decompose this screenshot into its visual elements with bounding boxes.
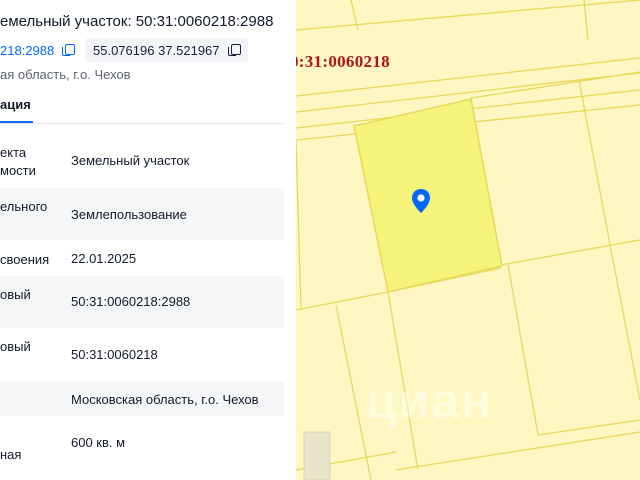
row-value: Земельный участок <box>71 153 190 168</box>
row-label: екта мости <box>0 145 36 178</box>
cadastral-quarter-label: 0:31:0060218 <box>296 52 390 71</box>
row-value: 50:31:0060218:2988 <box>71 294 191 309</box>
table-row: своения 22.01.2025 <box>0 240 284 276</box>
info-panel: емельный участок: 50:31:0060218:2988 218… <box>0 0 296 480</box>
row-label: ельного <box>0 199 48 214</box>
watermark-logo: циан <box>366 373 494 429</box>
tab-information[interactable]: ация <box>0 97 31 112</box>
table-row: овый 50:31:0060218:2988 <box>0 276 284 328</box>
row-value: 22.01.2025 <box>71 251 137 266</box>
parcel-address: ая область, г.о. Чехов <box>0 67 131 82</box>
row-label: своения <box>0 252 50 267</box>
location-pin-icon[interactable] <box>411 188 431 214</box>
cadastral-number-chip[interactable]: 218:2988 <box>0 38 80 62</box>
cadastral-map[interactable]: 0:31:0060218 циан <box>296 0 640 480</box>
cadastral-number-text: 218:2988 <box>0 42 55 58</box>
copy-icon[interactable] <box>227 44 241 56</box>
row-label: овый <box>0 339 31 354</box>
table-row: Московская область, г.о. Чехов <box>0 382 284 416</box>
row-value: 50:31:0060218 <box>71 347 158 362</box>
coordinates-text: 55.076196 37.521967 <box>93 42 220 58</box>
copy-icon[interactable] <box>62 44 76 56</box>
tabs-divider <box>0 123 284 124</box>
row-value: Землепользование <box>71 207 187 222</box>
row-value: Московская область, г.о. Чехов <box>71 392 259 407</box>
table-row: ная 600 кв. м <box>0 416 284 480</box>
coordinates-chip[interactable]: 55.076196 37.521967 <box>85 38 248 62</box>
row-value: 600 кв. м <box>71 435 126 450</box>
row-label: овый <box>0 287 31 302</box>
table-row: овый 50:31:0060218 <box>0 328 284 380</box>
parcel-title: емельный участок: 50:31:0060218:2988 <box>0 13 274 30</box>
table-row: екта мости Земельный участок <box>0 136 284 188</box>
row-label: ная <box>0 447 22 462</box>
table-row: ельного Землепользование <box>0 188 284 240</box>
